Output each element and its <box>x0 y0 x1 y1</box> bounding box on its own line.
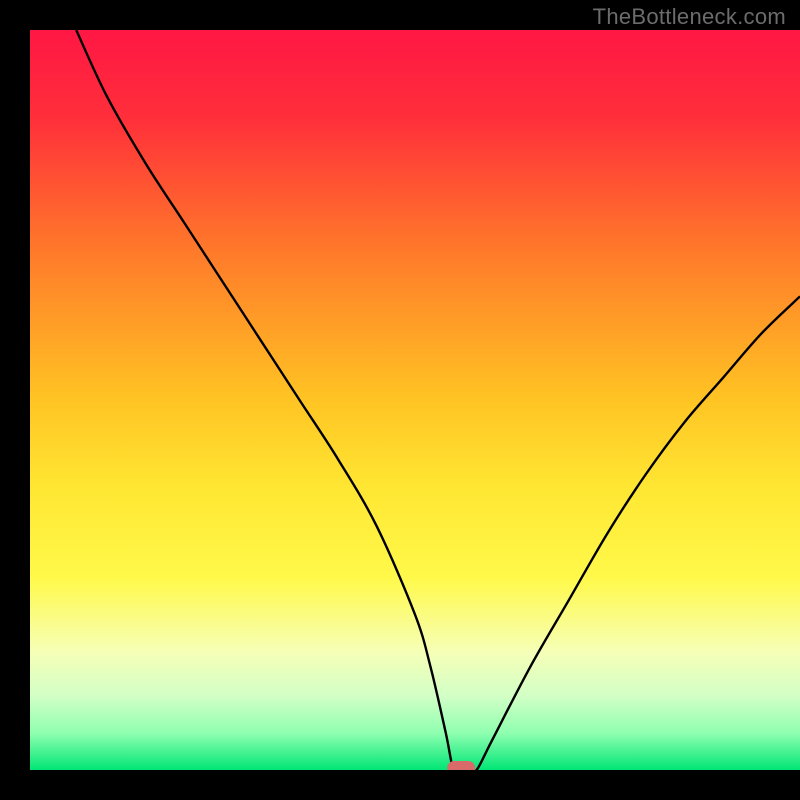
chart-frame: TheBottleneck.com <box>0 0 800 800</box>
bottleneck-chart <box>0 0 800 800</box>
border-left <box>0 0 30 800</box>
border-bottom <box>0 770 800 800</box>
watermark-text: TheBottleneck.com <box>593 4 786 30</box>
plot-background <box>30 30 800 770</box>
